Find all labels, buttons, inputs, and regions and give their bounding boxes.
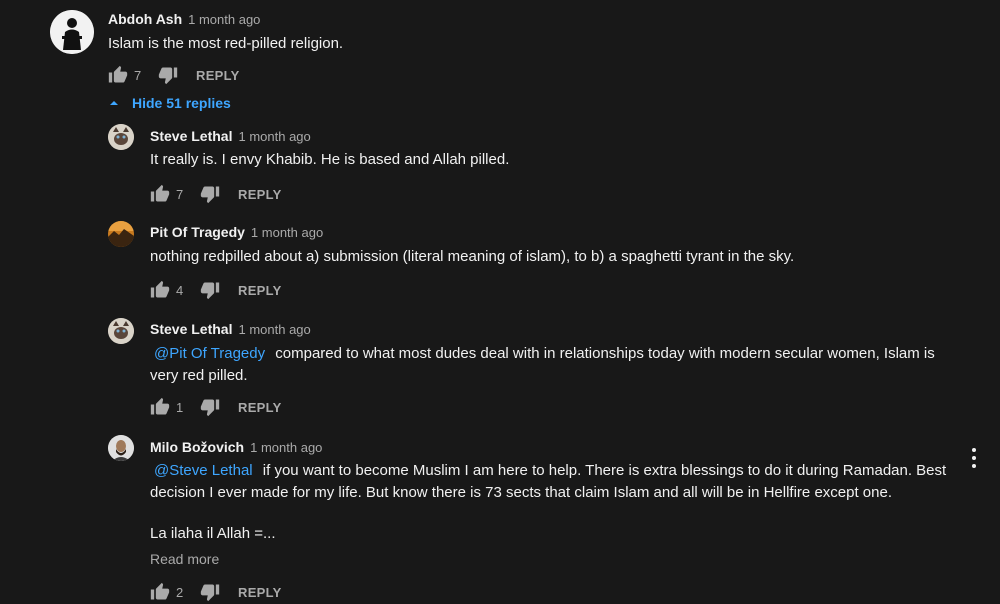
thumb-down-icon[interactable] [158, 65, 178, 85]
reply-button[interactable]: REPLY [238, 187, 282, 202]
avatar[interactable] [50, 10, 94, 54]
thumb-down-icon[interactable] [200, 397, 220, 417]
reply-button[interactable]: REPLY [238, 400, 282, 415]
avatar[interactable] [108, 221, 134, 247]
comment-header: Abdoh Ash 1 month ago [108, 11, 260, 27]
thumb-up-icon[interactable] [150, 280, 170, 300]
avatar-cat-icon [108, 318, 134, 344]
author-name[interactable]: Abdoh Ash [108, 11, 182, 27]
kebab-dots-icon [972, 448, 976, 468]
avatar[interactable] [108, 435, 134, 461]
comment-time[interactable]: 1 month ago [188, 12, 260, 27]
like-count: 7 [176, 186, 184, 202]
comment-header: Steve Lethal 1 month ago [150, 128, 311, 144]
comment-text: nothing redpilled about a) submission (l… [150, 248, 795, 265]
mention-link[interactable]: @Pit Of Tragedy [154, 345, 265, 362]
reply-button[interactable]: REPLY [196, 68, 240, 83]
avatar-landscape-icon [108, 221, 134, 247]
comment-time[interactable]: 1 month ago [238, 129, 310, 144]
avatar-figure-icon [50, 10, 94, 54]
author-name[interactable]: Steve Lethal [150, 128, 232, 144]
comment-text: @Pit Of Tragedy compared to what most du… [150, 343, 970, 387]
thumb-up-icon[interactable] [150, 397, 170, 417]
comment-actions: 1 REPLY [150, 397, 282, 417]
like-count: 4 [176, 282, 184, 298]
hide-replies-button[interactable]: Hide 51 replies [108, 95, 231, 111]
avatar-cat-icon [108, 124, 134, 150]
caret-up-icon [110, 101, 118, 105]
thumb-down-icon[interactable] [200, 184, 220, 204]
comment-actions: 2 REPLY [150, 582, 282, 602]
comment-time[interactable]: 1 month ago [250, 440, 322, 455]
comment-time[interactable]: 1 month ago [238, 322, 310, 337]
comment-actions: 7 REPLY [108, 65, 240, 85]
comment-header: Pit Of Tragedy 1 month ago [150, 224, 323, 240]
thumb-down-icon[interactable] [200, 280, 220, 300]
comment-text-line: compared to what most dudes deal with in… [275, 345, 935, 362]
reply-button[interactable]: REPLY [238, 283, 282, 298]
comment-text-line: decision I ever made for my life. But kn… [150, 484, 892, 501]
comment-text-line: if you want to become Muslim I am here t… [262, 462, 947, 479]
comment-header: Steve Lethal 1 month ago [150, 321, 311, 337]
comment-time[interactable]: 1 month ago [251, 225, 323, 240]
comment-text: Islam is the most red-pilled religion. [108, 35, 344, 52]
comment-text-line: La ilaha il Allah =... [150, 525, 276, 542]
avatar[interactable] [108, 124, 134, 150]
author-name[interactable]: Steve Lethal [150, 321, 232, 337]
thumb-up-icon[interactable] [108, 65, 128, 85]
comment-actions: 7 REPLY [150, 184, 282, 204]
read-more-link[interactable]: Read more [150, 551, 219, 567]
like-count: 7 [134, 67, 142, 83]
comment-text: @Steve Lethal if you want to become Musl… [150, 460, 970, 545]
comment-text: It really is. I envy Khabib. He is based… [150, 151, 510, 168]
like-count: 1 [176, 399, 184, 415]
mention-link[interactable]: @Steve Lethal [154, 462, 253, 479]
comment-actions: 4 REPLY [150, 280, 282, 300]
author-name[interactable]: Pit Of Tragedy [150, 224, 245, 240]
reply-button[interactable]: REPLY [238, 585, 282, 600]
thumb-up-icon[interactable] [150, 582, 170, 602]
thumb-up-icon[interactable] [150, 184, 170, 204]
avatar[interactable] [108, 318, 134, 344]
more-actions-icon[interactable] [966, 446, 982, 470]
author-name[interactable]: Milo Božovich [150, 439, 244, 455]
comment-text-line: very red pilled. [150, 367, 248, 384]
avatar-person-icon [108, 435, 134, 461]
thumb-down-icon[interactable] [200, 582, 220, 602]
comment-header: Milo Božovich 1 month ago [150, 439, 322, 455]
like-count: 2 [176, 584, 184, 600]
hide-replies-label: Hide 51 replies [132, 95, 231, 111]
